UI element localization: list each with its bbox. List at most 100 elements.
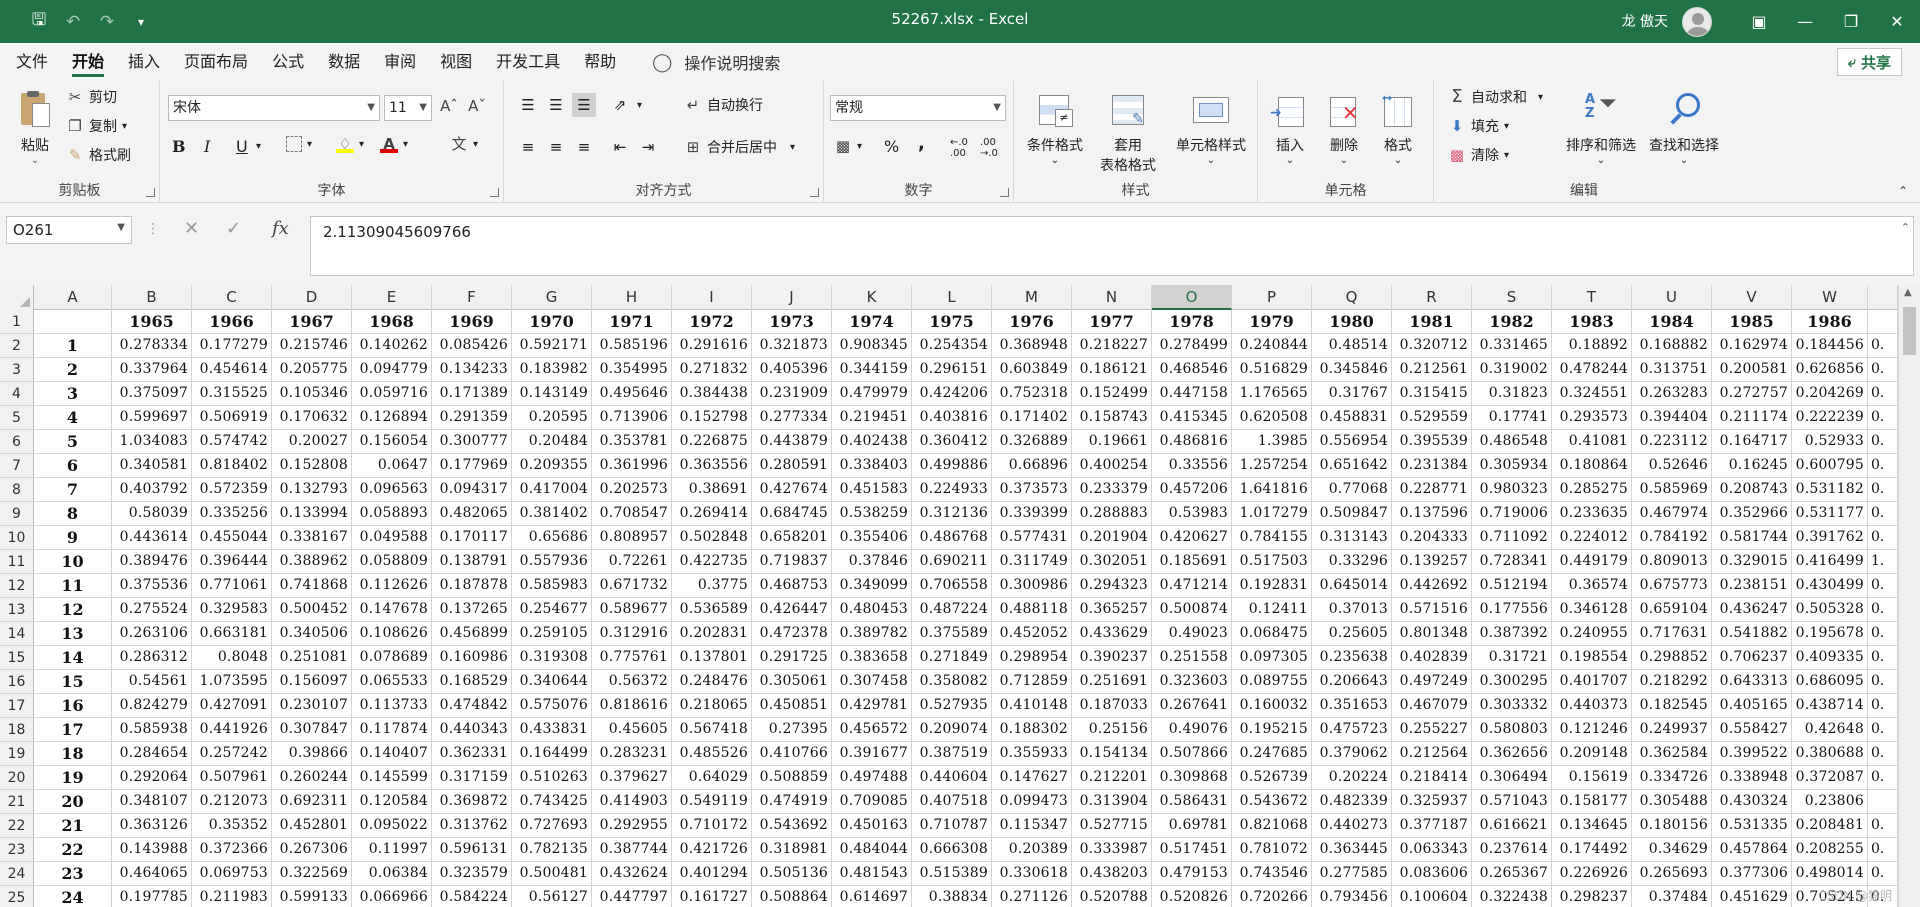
value-cell[interactable]: 0.202573 xyxy=(592,478,672,502)
value-cell[interactable]: 0.182545 xyxy=(1632,694,1712,718)
index-cell[interactable]: 14 xyxy=(34,646,112,670)
value-cell[interactable]: 0.651642 xyxy=(1312,454,1392,478)
value-cell[interactable]: 0.184456 xyxy=(1792,334,1868,358)
value-cell[interactable]: 0.292955 xyxy=(592,814,672,838)
value-cell[interactable]: 0.20484 xyxy=(512,430,592,454)
value-cell[interactable]: 0.421726 xyxy=(672,838,752,862)
value-cell[interactable]: 0.447158 xyxy=(1152,382,1232,406)
value-cell[interactable]: 0.486548 xyxy=(1472,430,1552,454)
value-cell[interactable]: 0.481543 xyxy=(832,862,912,886)
value-cell[interactable]: 0.152798 xyxy=(672,406,752,430)
value-cell[interactable]: 0.292064 xyxy=(112,766,192,790)
value-cell[interactable]: 0.400254 xyxy=(1072,454,1152,478)
value-cell[interactable]: 0.355406 xyxy=(832,526,912,550)
value-cell[interactable]: 0.097305 xyxy=(1232,646,1312,670)
value-cell[interactable]: 0.362584 xyxy=(1632,742,1712,766)
value-cell[interactable]: 0.441926 xyxy=(192,718,272,742)
value-cell-partial[interactable]: 0. xyxy=(1868,526,1898,550)
column-header-h[interactable]: H xyxy=(592,285,672,310)
value-cell[interactable]: 0.069753 xyxy=(192,862,272,886)
value-cell[interactable]: 0.529559 xyxy=(1392,406,1472,430)
row-header[interactable]: 4 xyxy=(0,382,34,406)
value-cell[interactable]: 0.255227 xyxy=(1392,718,1472,742)
value-cell[interactable]: 0.600795 xyxy=(1792,454,1868,478)
value-cell[interactable]: 0.212073 xyxy=(192,790,272,814)
cancel-icon[interactable]: ✕ xyxy=(184,218,199,239)
format-painter-button[interactable]: ✎ 格式刷 xyxy=(66,145,131,165)
value-cell[interactable]: 0.380688 xyxy=(1792,742,1868,766)
column-header-n[interactable]: N xyxy=(1072,285,1152,310)
value-cell[interactable]: 0.363556 xyxy=(672,454,752,478)
value-cell[interactable]: 0.271849 xyxy=(912,646,992,670)
value-cell[interactable]: 0.510263 xyxy=(512,766,592,790)
value-cell[interactable]: 0.580803 xyxy=(1472,718,1552,742)
value-cell[interactable]: 0.458831 xyxy=(1312,406,1392,430)
value-cell[interactable]: 0.208481 xyxy=(1792,814,1868,838)
wrap-text-button[interactable]: ↵ 自动换行 xyxy=(684,95,763,115)
value-cell[interactable]: 0.23806 xyxy=(1792,790,1868,814)
value-cell[interactable]: 0.291725 xyxy=(752,646,832,670)
value-cell[interactable]: 0.278334 xyxy=(112,334,192,358)
value-cell[interactable]: 0.498014 xyxy=(1792,862,1868,886)
index-cell[interactable]: 6 xyxy=(34,454,112,478)
customize-qat-icon[interactable]: ▾ xyxy=(124,15,158,29)
alignment-launcher-icon[interactable] xyxy=(810,188,819,197)
index-cell[interactable]: 22 xyxy=(34,838,112,862)
value-cell[interactable]: 0.37846 xyxy=(832,550,912,574)
value-cell[interactable]: 0.38834 xyxy=(912,886,992,907)
value-cell[interactable]: 0.782135 xyxy=(512,838,592,862)
value-cell[interactable]: 0.440604 xyxy=(912,766,992,790)
value-cell[interactable]: 0.180864 xyxy=(1552,454,1632,478)
column-header-f[interactable]: F xyxy=(432,285,512,310)
tab-insert[interactable]: 插入 xyxy=(116,43,172,81)
value-cell[interactable]: 0.209148 xyxy=(1552,742,1632,766)
value-cell[interactable]: 0.784155 xyxy=(1232,526,1312,550)
index-cell[interactable]: 23 xyxy=(34,862,112,886)
value-cell[interactable]: 0.188302 xyxy=(992,718,1072,742)
value-cell[interactable]: 0.567418 xyxy=(672,718,752,742)
year-header-cell[interactable]: 1969 xyxy=(432,310,512,334)
ribbon-display-options-icon[interactable]: ▣ xyxy=(1736,0,1782,43)
value-cell[interactable]: 0.096563 xyxy=(352,478,432,502)
value-cell[interactable]: 0.215746 xyxy=(272,334,352,358)
value-cell[interactable]: 0.396444 xyxy=(192,550,272,574)
year-header-cell[interactable]: 1965 xyxy=(112,310,192,334)
value-cell[interactable]: 0.464065 xyxy=(112,862,192,886)
format-as-table-button[interactable]: ✎ 套用 表格格式 xyxy=(1092,87,1164,185)
value-cell[interactable]: 0.263106 xyxy=(112,622,192,646)
clear-button[interactable]: ▩ 清除 ▾ xyxy=(1448,145,1509,165)
value-cell[interactable]: 0.666308 xyxy=(912,838,992,862)
value-cell[interactable]: 0.12411 xyxy=(1232,598,1312,622)
value-cell[interactable]: 0.383658 xyxy=(832,646,912,670)
value-cell[interactable]: 0.684745 xyxy=(752,502,832,526)
value-cell[interactable]: 0.502848 xyxy=(672,526,752,550)
restore-icon[interactable]: ❐ xyxy=(1828,0,1874,43)
autosum-button[interactable]: Σ 自动求和 ▾ xyxy=(1448,87,1543,107)
value-cell[interactable]: 0.581744 xyxy=(1712,526,1792,550)
value-cell[interactable]: 0.185691 xyxy=(1152,550,1232,574)
value-cell[interactable]: 0.31767 xyxy=(1312,382,1392,406)
value-cell[interactable]: 0.147678 xyxy=(352,598,432,622)
index-cell[interactable]: 18 xyxy=(34,742,112,766)
value-cell[interactable]: 0.192831 xyxy=(1232,574,1312,598)
value-cell[interactable]: 0.520788 xyxy=(1072,886,1152,907)
value-cell[interactable]: 0.321873 xyxy=(752,334,832,358)
value-cell[interactable]: 0.505328 xyxy=(1792,598,1868,622)
value-cell[interactable]: 0.389476 xyxy=(112,550,192,574)
value-cell[interactable]: 0.415345 xyxy=(1152,406,1232,430)
value-cell[interactable]: 1.257254 xyxy=(1232,454,1312,478)
value-cell[interactable]: 0.354995 xyxy=(592,358,672,382)
value-cell[interactable]: 0.168529 xyxy=(432,670,512,694)
value-cell[interactable]: 0.585196 xyxy=(592,334,672,358)
value-cell[interactable]: 0.19661 xyxy=(1072,430,1152,454)
value-cell[interactable]: 0.424206 xyxy=(912,382,992,406)
fill-color-button[interactable]: ♢ ▾ xyxy=(336,135,364,153)
value-cell[interactable]: 0.338403 xyxy=(832,454,912,478)
value-cell[interactable]: 0.457206 xyxy=(1152,478,1232,502)
cut-button[interactable]: ✂ 剪切 xyxy=(66,87,117,107)
value-cell[interactable]: 0.267641 xyxy=(1152,694,1232,718)
year-header-cell[interactable]: 1979 xyxy=(1232,310,1312,334)
value-cell[interactable]: 0.177556 xyxy=(1472,598,1552,622)
value-cell[interactable]: 0.315525 xyxy=(192,382,272,406)
value-cell[interactable]: 0.589677 xyxy=(592,598,672,622)
